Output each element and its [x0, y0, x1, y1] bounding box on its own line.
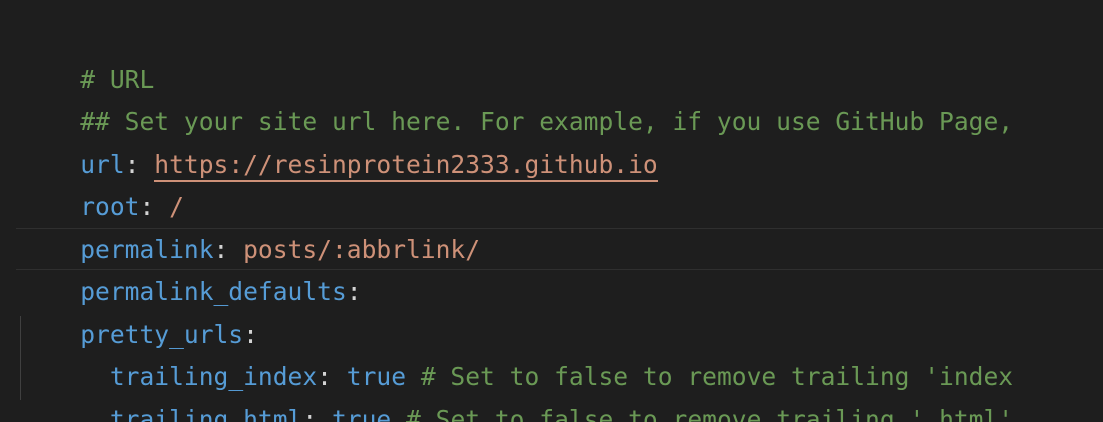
code-line-2[interactable]: ## Set your site url here. For example, …	[21, 59, 1013, 136]
yaml-value: true	[331, 405, 392, 422]
comment: # Set to false to remove trailing '.html…	[391, 405, 1014, 422]
code-line-6[interactable]: permalink_defaults:	[21, 229, 361, 306]
url-link[interactable]: https://resinprotein2333.github.io	[154, 150, 658, 182]
code-line-4[interactable]: root: /	[21, 144, 184, 221]
code-line-1[interactable]: # URL	[21, 17, 154, 94]
code-line-8[interactable]: trailing_index: true # Set to false to r…	[21, 314, 1013, 391]
yaml-key: trailing_html	[109, 405, 303, 422]
code-editor[interactable]: # URL ## Set your site url here. For exa…	[0, 0, 1103, 422]
code-line-7[interactable]: pretty_urls:	[21, 272, 258, 349]
yaml-separator: :	[346, 277, 362, 306]
code-line-5[interactable]: permalink: posts/:abbrlink/	[21, 187, 480, 264]
yaml-separator: :	[302, 405, 332, 422]
code-line-3[interactable]: url: https://resinprotein2333.github.io	[21, 102, 658, 182]
code-line-9[interactable]: trailing_html: true # Set to false to re…	[21, 357, 1013, 422]
